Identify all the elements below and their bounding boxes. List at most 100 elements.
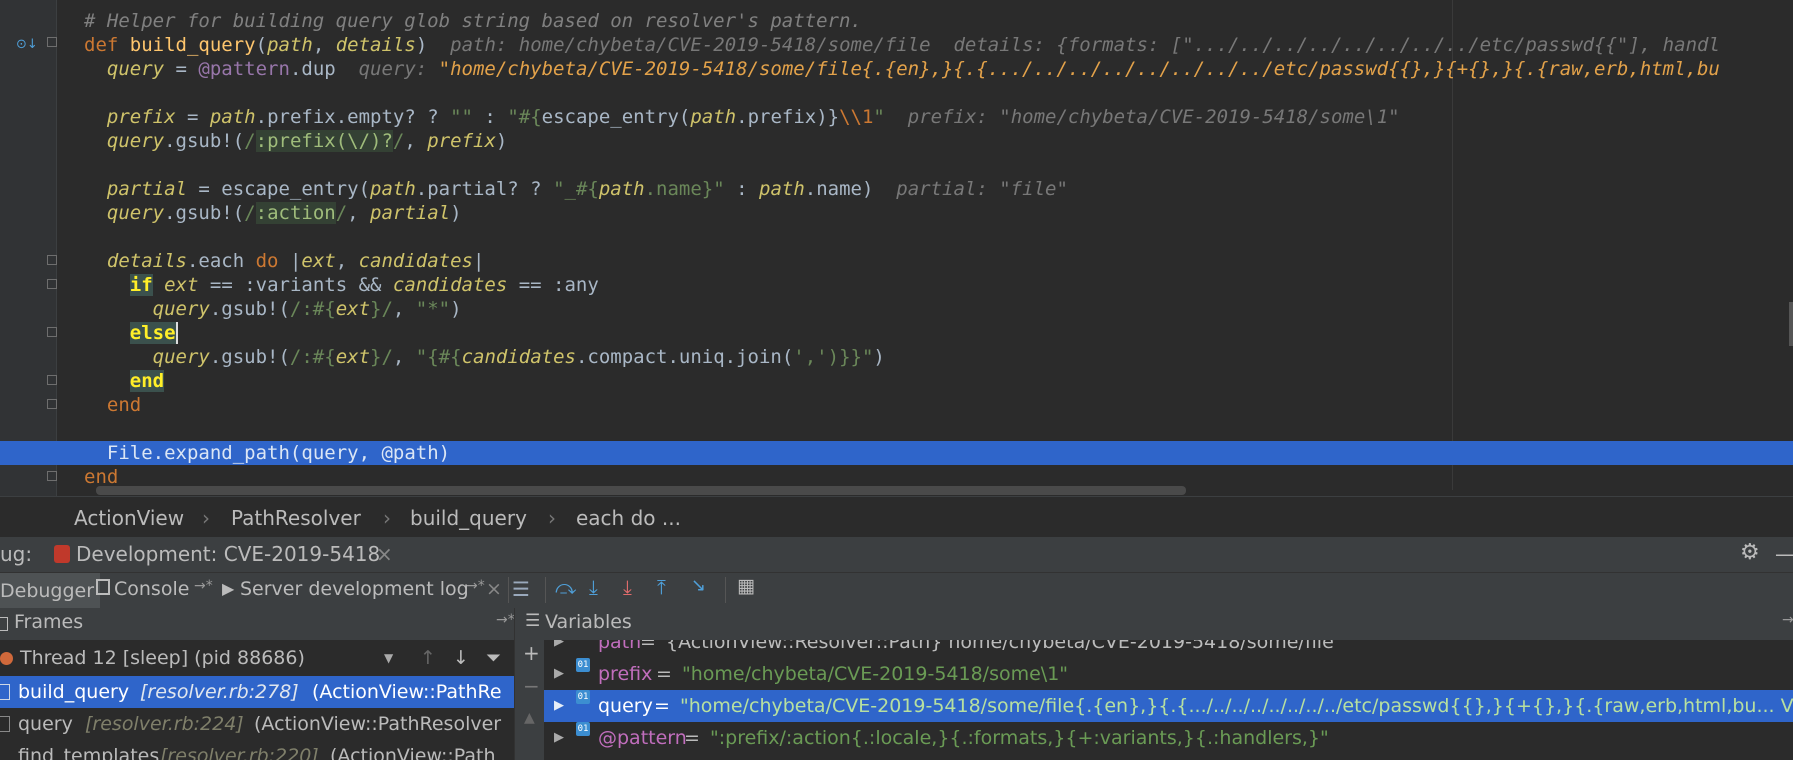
horizontal-scrollbar[interactable]: [96, 486, 1186, 495]
session-tab[interactable]: Development: CVE-2019-5418: [76, 542, 380, 566]
string: "{#{: [415, 346, 462, 368]
code-line[interactable]: query = @pattern.dup query: "home/chybet…: [0, 57, 1793, 81]
breadcrumb-item[interactable]: each do ...: [576, 506, 681, 530]
code-line[interactable]: query.gsub!(/:#{ext}/, "{#{candidates.co…: [0, 345, 1793, 369]
breadcrumb-item[interactable]: ActionView: [74, 506, 184, 530]
thread-paused-icon: [0, 652, 13, 665]
variable: query: [152, 298, 210, 320]
code-line[interactable]: query.gsub!(/:prefix(\/)?/, prefix): [0, 129, 1793, 153]
string: ',': [793, 346, 828, 368]
add-watch-icon[interactable]: +: [523, 641, 540, 665]
variable: partial: [106, 178, 187, 200]
code-line[interactable]: prefix = path.prefix.empty? ? "" : "#{es…: [0, 105, 1793, 129]
param: details: [335, 34, 416, 56]
code-editor[interactable]: ⊙↓ # Helper for building query glob stri…: [0, 0, 1793, 496]
step-into-icon[interactable]: ⤓: [589, 575, 598, 599]
regex: }/: [370, 298, 393, 320]
close-icon[interactable]: ×: [376, 542, 393, 566]
operator: =: [175, 106, 210, 128]
code-line[interactable]: if ext == :variants && candidates == :an…: [0, 273, 1793, 297]
variable: prefix: [106, 106, 176, 128]
param: path: [370, 178, 416, 200]
variable-row[interactable]: ▶ 01 prefix = "home/chybeta/CVE-2019-541…: [544, 658, 1793, 690]
code-line[interactable]: query.gsub!(/:action/, partial): [0, 201, 1793, 225]
regex: }/: [370, 346, 393, 368]
expand-icon[interactable]: ▶: [554, 722, 564, 754]
method-call: .expand_path(: [152, 442, 302, 464]
pin-icon[interactable]: →*: [466, 578, 485, 594]
tab-debugger[interactable]: Debugger: [0, 573, 101, 609]
debug-session-bar: ug: Development: CVE-2019-5418 × ⚙ —: [0, 536, 1793, 573]
paren: ): [415, 34, 428, 56]
run-to-cursor-icon[interactable]: ↘: [691, 575, 706, 596]
variable-eq: =: [656, 663, 672, 685]
pin-icon[interactable]: →: [1782, 612, 1793, 628]
method-call: .gsub!(: [164, 130, 245, 152]
breadcrumb-item[interactable]: PathResolver: [231, 506, 361, 530]
arrow-down-icon[interactable]: ↓: [453, 642, 469, 674]
operator: :: [472, 106, 508, 128]
code-line[interactable]: end: [0, 369, 1793, 393]
filter-icon[interactable]: ⏷: [486, 642, 501, 674]
frame-location: [resolver.rb:220]: [160, 745, 319, 760]
string: ": [873, 106, 885, 128]
inline-debug-value: partial: "file": [896, 178, 1068, 200]
pin-icon[interactable]: →*: [496, 612, 515, 628]
minimize-icon[interactable]: —: [1775, 542, 1793, 566]
frame-item[interactable]: find_templates [resolver.rb:220] (Action…: [0, 740, 514, 760]
code-line[interactable]: query.gsub!(/:#{ext}/, "*"): [0, 297, 1793, 321]
breadcrumb-item[interactable]: build_query: [410, 506, 527, 530]
variable-row-selected[interactable]: ▶ 01 query = "home/chybeta/CVE-2019-5418…: [544, 690, 1793, 722]
method-call: .prefix.empty? ?: [255, 106, 451, 128]
variable-name: path: [598, 640, 642, 653]
expand-icon[interactable]: ▶: [554, 640, 564, 658]
paren: (: [255, 34, 268, 56]
gear-icon[interactable]: ⚙: [1740, 540, 1760, 565]
code-line-current[interactable]: else: [0, 321, 1793, 345]
block-param: candidates: [461, 346, 576, 368]
tab-server-log[interactable]: Server development log: [240, 578, 469, 600]
tab-console[interactable]: Console: [114, 578, 189, 600]
method-call: .gsub!(: [164, 202, 245, 224]
toolbar-divider: [545, 577, 546, 603]
frame-item[interactable]: query [resolver.rb:224] (ActionView::Pat…: [0, 708, 514, 740]
breadcrumb: ActionView › PathResolver › build_query …: [0, 496, 1793, 537]
step-out-icon[interactable]: ⤒: [657, 575, 666, 599]
menu-icon[interactable]: ☰: [512, 577, 530, 601]
string-badge-icon: 01: [576, 690, 590, 704]
code-line[interactable]: partial = escape_entry(path.partial? ? "…: [0, 177, 1793, 201]
class-name: File: [106, 442, 153, 464]
variables-panel-header: ☰ Variables →: [514, 608, 1793, 641]
code-line[interactable]: def build_query(path, details) path: hom…: [0, 33, 1793, 57]
frame-location: [resolver.rb:224]: [85, 713, 244, 735]
execution-point-line[interactable]: File.expand_path(query, @path): [0, 441, 1793, 465]
string: "": [450, 106, 473, 128]
code-line[interactable]: end: [0, 393, 1793, 417]
thread-selector[interactable]: Thread 12 [sleep] (pid 88686) ▼ ↑ ↓ ⏷: [0, 642, 514, 674]
debug-label: ug:: [0, 542, 33, 566]
block-param: ext: [301, 250, 336, 272]
code-line[interactable]: # Helper for building query glob string …: [0, 9, 1793, 33]
pin-icon[interactable]: →*: [194, 578, 213, 594]
close-icon[interactable]: ×: [486, 578, 502, 600]
variable-name: @pattern: [598, 727, 687, 749]
operator: =: [164, 58, 199, 80]
arrow-up-icon[interactable]: ↑: [420, 642, 436, 674]
string: .name}": [644, 178, 725, 200]
variable-row[interactable]: ▶ 01 @pattern = ":prefix/:action{.:local…: [544, 722, 1793, 754]
frames-title: Frames: [14, 611, 84, 633]
expand-icon[interactable]: ▶: [554, 658, 564, 690]
evaluate-expression-icon[interactable]: ▦: [737, 575, 755, 597]
move-up-icon[interactable]: ▲: [524, 710, 535, 726]
expand-icon[interactable]: ▶: [554, 690, 564, 722]
step-over-icon[interactable]: ⤼: [555, 575, 576, 599]
vertical-scrollbar[interactable]: [1789, 302, 1793, 346]
remove-watch-icon[interactable]: −: [523, 674, 540, 698]
code-line[interactable]: details.each do |ext, candidates|: [0, 249, 1793, 273]
frame-method: find_templates: [18, 745, 160, 760]
block-delimiter: |: [473, 250, 485, 272]
variable-row[interactable]: ▶ 01 path = {ActionView::Resolver::Path}…: [544, 640, 1793, 658]
force-step-into-icon[interactable]: ⤓: [623, 575, 632, 599]
frame-item-selected[interactable]: build_query [resolver.rb:278] (ActionVie…: [0, 676, 514, 708]
chevron-down-icon[interactable]: ▼: [384, 642, 393, 674]
